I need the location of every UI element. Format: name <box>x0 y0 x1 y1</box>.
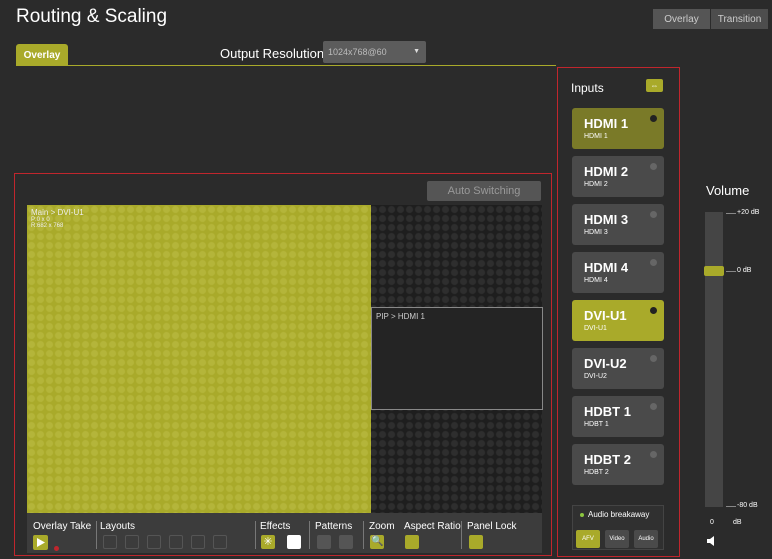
input-hdbt-2[interactable]: HDBT 2 HDBT 2 <box>572 444 664 485</box>
zoom-icon[interactable]: 🔍 <box>370 535 384 549</box>
input-hdmi-4[interactable]: HDMI 4 HDMI 4 <box>572 252 664 293</box>
layout-4-icon[interactable] <box>169 535 183 549</box>
status-dot <box>650 163 657 170</box>
pip-window-title: PIP > HDMI 1 <box>376 312 425 321</box>
tab-underline <box>16 65 556 66</box>
effects-snowflake-icon[interactable]: ✳ <box>261 535 275 549</box>
pattern-2-icon[interactable] <box>339 535 353 549</box>
input-hdmi-1[interactable]: HDMI 1 HDMI 1 <box>572 108 664 149</box>
volume-mid-label: 0 dB <box>737 267 752 274</box>
volume-min-label: -80 dB <box>737 502 758 509</box>
main-window-label: Main > DVI-U1 P:0 x 0 R:682 x 768 <box>31 208 84 230</box>
audio-breakaway-label: Audio breakaway <box>588 510 650 519</box>
input-hdmi-2[interactable]: HDMI 2 HDMI 2 <box>572 156 664 197</box>
volume-slider-track[interactable] <box>705 212 723 507</box>
output-resolution-label: Output Resolution <box>220 46 325 61</box>
volume-title: Volume <box>706 183 750 198</box>
page-title: Routing & Scaling <box>16 6 168 27</box>
input-hdbt-1[interactable]: HDBT 1 HDBT 1 <box>572 396 664 437</box>
take-indicator <box>54 546 59 551</box>
speaker-icon[interactable] <box>706 535 718 547</box>
swap-icon[interactable]: ⇔ <box>646 79 663 92</box>
overlay-toolbar: Overlay Take Layouts Effects ✳ Patterns … <box>27 513 542 553</box>
layout-3-icon[interactable] <box>147 535 161 549</box>
input-dvi-u1[interactable]: DVI-U1 DVI-U1 <box>572 300 664 341</box>
afv-button[interactable]: AFV <box>576 530 600 548</box>
volume-slider-thumb[interactable] <box>704 266 724 276</box>
volume-unit: dB <box>733 519 742 526</box>
status-dot <box>650 451 657 458</box>
panel-lock-keypad-icon[interactable] <box>469 535 483 549</box>
transition-mode-button[interactable]: Transition <box>711 9 768 29</box>
volume-tick-min <box>726 506 736 507</box>
output-resolution-value: 1024x768@60 <box>328 47 387 57</box>
main-window[interactable]: Main > DVI-U1 P:0 x 0 R:682 x 768 <box>27 205 371 513</box>
pip-window[interactable]: PIP > HDMI 1 <box>371 307 543 410</box>
volume-value: 0 <box>710 519 714 526</box>
status-dot <box>580 513 584 517</box>
aspect-ratio-lock-icon[interactable] <box>405 535 419 549</box>
layout-5-icon[interactable] <box>191 535 205 549</box>
effects-square-icon[interactable] <box>287 535 301 549</box>
layout-6-icon[interactable] <box>213 535 227 549</box>
overlay-take-label: Overlay Take <box>33 521 92 532</box>
input-dvi-u2[interactable]: DVI-U2 DVI-U2 <box>572 348 664 389</box>
output-resolution-select[interactable]: 1024x768@60 ▼ <box>323 41 426 63</box>
auto-switching-button[interactable]: Auto Switching <box>427 181 541 201</box>
video-button[interactable]: Video <box>605 530 629 548</box>
status-dot <box>650 115 657 122</box>
patterns-label: Patterns <box>315 521 353 532</box>
zoom-label: Zoom <box>369 521 395 532</box>
status-dot <box>650 211 657 218</box>
inputs-title: Inputs <box>571 81 604 95</box>
volume-tick-max <box>726 213 736 214</box>
effects-label: Effects <box>260 521 291 532</box>
tab-overlay[interactable]: Overlay <box>16 44 68 66</box>
layouts-label: Layouts <box>100 521 136 532</box>
play-icon <box>37 538 45 547</box>
pattern-1-icon[interactable] <box>317 535 331 549</box>
input-hdmi-3[interactable]: HDMI 3 HDMI 3 <box>572 204 664 245</box>
layout-2-icon[interactable] <box>125 535 139 549</box>
status-dot <box>650 307 657 314</box>
aspect-ratio-label: Aspect Ratio <box>404 521 461 532</box>
volume-tick-mid <box>726 271 736 272</box>
panel-lock-label: Panel Lock <box>467 521 517 532</box>
chevron-down-icon: ▼ <box>413 48 420 55</box>
main-window-resolution: R:682 x 768 <box>31 223 64 229</box>
status-dot <box>650 259 657 266</box>
volume-max-label: +20 dB <box>737 209 760 216</box>
status-dot <box>650 355 657 362</box>
main-window-title: Main > DVI-U1 <box>31 208 84 217</box>
layout-1-icon[interactable] <box>103 535 117 549</box>
overlay-take-button[interactable] <box>33 535 48 550</box>
status-dot <box>650 403 657 410</box>
audio-button[interactable]: Audio <box>634 530 658 548</box>
overlay-mode-button[interactable]: Overlay <box>653 9 710 29</box>
